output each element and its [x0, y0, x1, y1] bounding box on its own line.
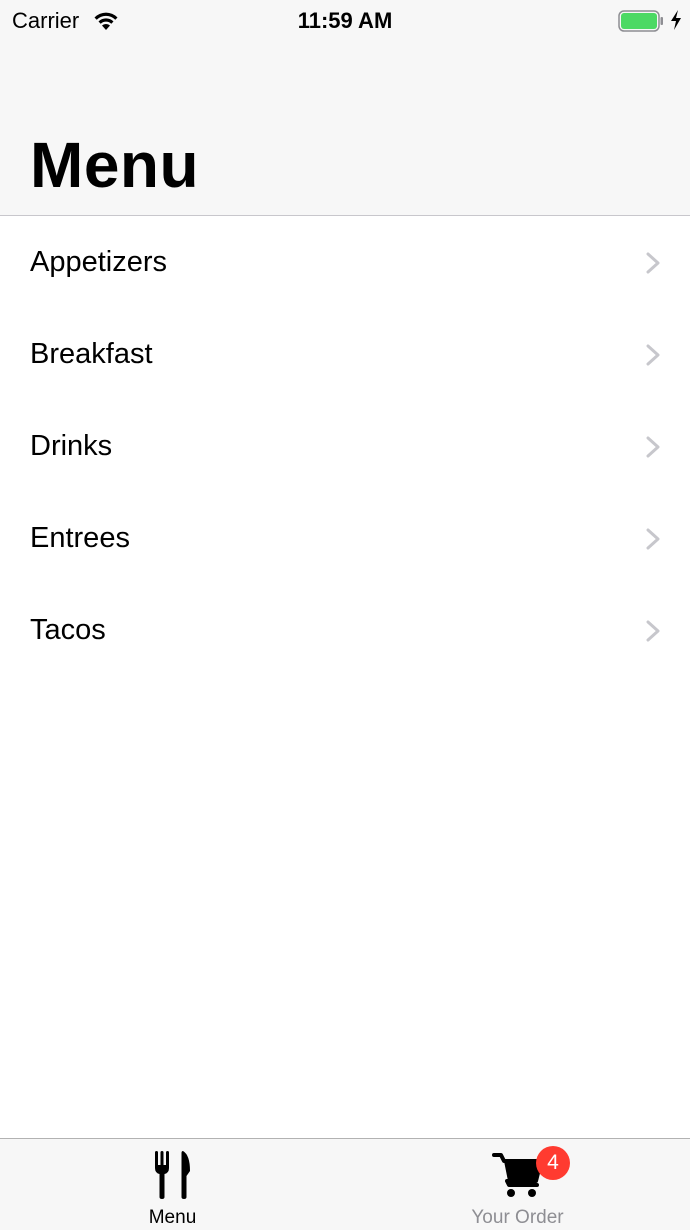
status-bar: Carrier 11:59 AM: [0, 0, 690, 40]
charging-bolt-icon: [671, 10, 681, 30]
menu-row-tacos[interactable]: Tacos: [0, 584, 690, 676]
menu-row-label: Tacos: [30, 613, 106, 646]
tab-menu-label: Menu: [148, 1207, 197, 1228]
tab-bar: Menu 4 Your Order: [0, 1138, 690, 1230]
chevron-right-icon: [646, 344, 660, 366]
menu-row-breakfast[interactable]: Breakfast: [0, 308, 690, 400]
chevron-right-icon: [646, 252, 660, 274]
menu-row-label: Entrees: [30, 521, 130, 554]
menu-row-label: Drinks: [30, 429, 113, 462]
navigation-header: Carrier 11:59 AM Menu: [0, 0, 690, 216]
order-count-badge: 4: [536, 1146, 570, 1180]
menu-row-appetizers[interactable]: Appetizers: [0, 216, 690, 308]
menu-row-entrees[interactable]: Entrees: [0, 492, 690, 584]
chevron-right-icon: [646, 620, 660, 642]
chevron-right-icon: [646, 436, 660, 458]
tab-your-order-label: Your Order: [471, 1207, 564, 1228]
page-title: Menu: [30, 129, 200, 201]
menu-row-drinks[interactable]: Drinks: [0, 400, 690, 492]
menu-row-label: Breakfast: [30, 337, 153, 370]
menu-category-list: Appetizers Breakfast Drinks Entrees Taco…: [0, 216, 690, 676]
tab-menu[interactable]: Menu: [0, 1139, 345, 1230]
chevron-right-icon: [646, 528, 660, 550]
battery-icon: [618, 10, 663, 32]
status-time: 11:59 AM: [297, 8, 393, 33]
menu-row-label: Appetizers: [30, 245, 168, 278]
tab-your-order[interactable]: 4 Your Order: [345, 1139, 690, 1230]
fork-knife-icon: [154, 1151, 190, 1199]
